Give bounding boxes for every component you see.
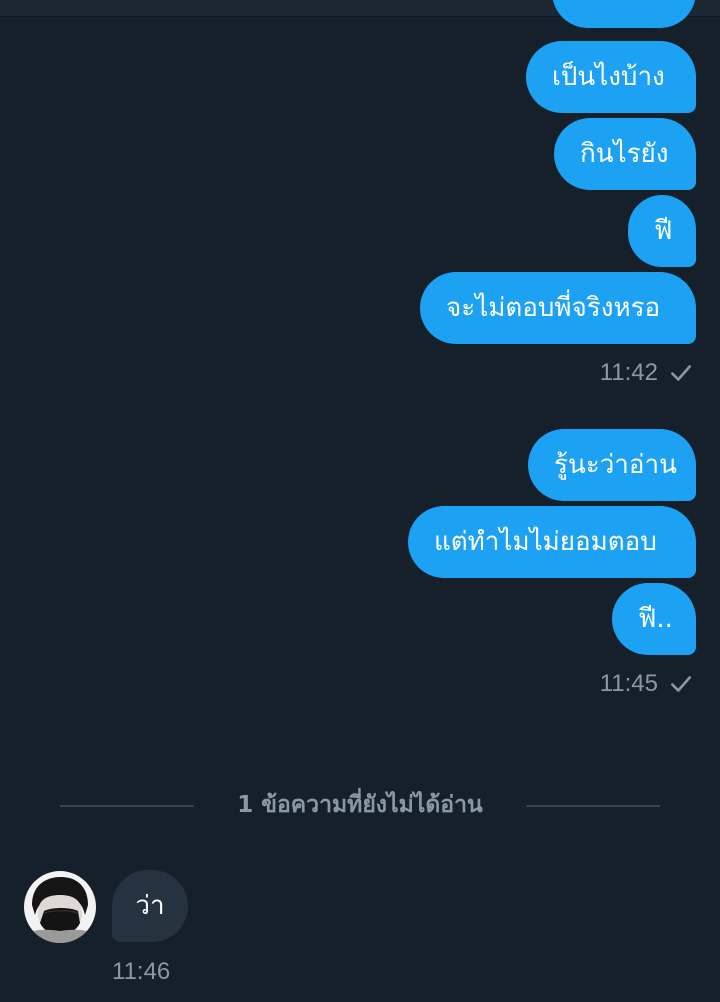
unread-divider-label: 1 ข้อความที่ยังไม่ได้อ่าน [237,792,483,818]
avatar-image [24,871,96,943]
incoming-message-bubble[interactable]: ว่า [112,870,188,942]
outgoing-message-bubble[interactable]: เป็นไงบ้าง [526,41,696,113]
divider-line [526,805,660,807]
outgoing-message-bubble[interactable]: แต่ทำไมไม่ยอมตอบ [408,506,696,578]
avatar-icon[interactable] [24,871,96,943]
message-time: 11:42 [599,359,658,386]
message-meta: 11:42 [600,353,694,393]
outgoing-message-bubble[interactable]: กินไรยัง [554,118,696,190]
unread-divider: 1 ข้อความที่ยังไม่ได้อ่าน [60,786,660,824]
check-icon [671,676,691,692]
outgoing-message-bubble[interactable]: รู้นะว่าอ่าน [528,429,696,501]
message-meta: 11:45 [600,664,694,704]
incoming-message-time: 11:46 [112,958,171,985]
outgoing-message-bubble[interactable]: จะไม่ตอบพี่จริงหรอ [420,272,696,344]
message-time: 11:45 [599,670,658,697]
outgoing-message-bubble[interactable]: ฟี.. [612,583,696,655]
outgoing-message-bubble-partial[interactable] [552,0,696,28]
outgoing-message-bubble[interactable]: ฟี [628,195,696,267]
check-icon [671,365,691,381]
divider-line [60,805,194,807]
